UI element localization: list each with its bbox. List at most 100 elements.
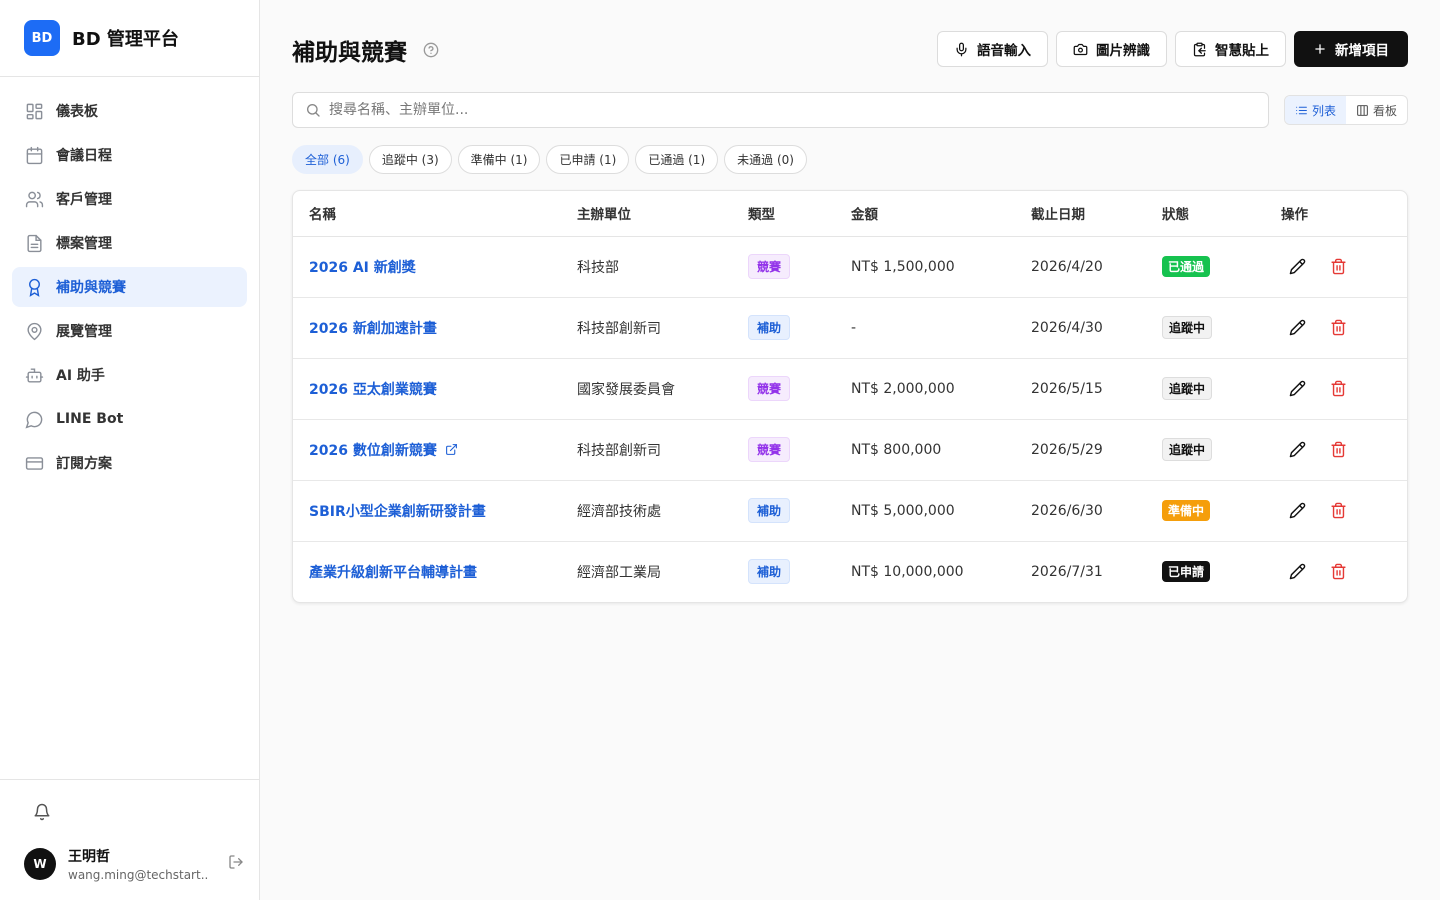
user-profile[interactable]: W 王明哲 wang.ming@techstart.... xyxy=(24,846,244,882)
brand[interactable]: BD BD 管理平台 xyxy=(0,0,259,77)
view-toggle: 列表 看板 xyxy=(1283,95,1408,125)
sidebar-nav: 儀表板會議日程客戶管理標案管理補助與競賽 展覽管理 AI 助手 LINE Bot 訂閱方… xyxy=(0,77,259,501)
filter-chip[interactable]: 已通過 (1) xyxy=(635,145,719,174)
sidebar-item-label: AI 助手 xyxy=(56,368,105,384)
edit-icon[interactable] xyxy=(1289,563,1306,580)
sidebar-item-5[interactable]: 展覽管理 xyxy=(12,311,247,351)
item-name: SBIR小型企業創新研發計畫 xyxy=(309,503,486,520)
list-view-button[interactable]: 列表 xyxy=(1284,96,1346,124)
edit-icon[interactable] xyxy=(1289,441,1306,458)
sidebar-item-7[interactable]: LINE Bot xyxy=(12,399,247,439)
sidebar-item-1[interactable]: 會議日程 xyxy=(12,135,247,175)
search-icon xyxy=(305,102,321,118)
add-item-button[interactable]: 新增項目 xyxy=(1294,31,1408,67)
item-name: 產業升級創新平台輔導計畫 xyxy=(309,564,477,581)
smart-paste-label: 智慧貼上 xyxy=(1215,43,1269,58)
edit-icon[interactable] xyxy=(1289,319,1306,336)
item-amount: NT$ 1,500,000 xyxy=(835,236,1015,298)
item-deadline: 2026/4/20 xyxy=(1015,236,1146,298)
sidebar-item-3[interactable]: 標案管理 xyxy=(12,223,247,263)
delete-icon[interactable] xyxy=(1330,319,1347,336)
type-badge: 補助 xyxy=(748,559,791,585)
filter-chip[interactable]: 已申請 (1) xyxy=(546,145,630,174)
sidebar-item-label: LINE Bot xyxy=(56,411,124,427)
item-amount: NT$ 800,000 xyxy=(835,419,1015,481)
external-link-icon[interactable] xyxy=(445,443,458,456)
status-badge: 追蹤中 xyxy=(1162,438,1213,461)
status-badge: 已申請 xyxy=(1162,561,1211,583)
edit-icon[interactable] xyxy=(1289,502,1306,519)
help-icon[interactable] xyxy=(423,42,439,58)
sidebar-item-label: 訂閱方案 xyxy=(56,456,112,472)
bell-icon[interactable] xyxy=(30,800,54,824)
sidebar-item-label: 標案管理 xyxy=(56,236,112,252)
image-recognition-button[interactable]: 圖片辨識 xyxy=(1056,31,1167,67)
sidebar-item-label: 客戶管理 xyxy=(56,192,112,208)
table-row: 2026 數位創新競賽 科技部創新司 競賽 NT$ 800,000 2026/5/29 追… xyxy=(293,419,1407,481)
item-name: 2026 新創加速計畫 xyxy=(309,320,437,337)
filter-chip[interactable]: 未通過 (0) xyxy=(724,145,807,174)
add-item-label: 新增項目 xyxy=(1335,43,1389,58)
column-header-amount[interactable]: 金額 xyxy=(835,191,1015,237)
item-name-link[interactable]: SBIR小型企業創新研發計畫 xyxy=(309,501,486,521)
sidebar-item-8[interactable]: 訂閱方案 xyxy=(12,443,247,483)
table-header-row: 名稱 主辦單位 類型 金額 截止日期 狀態 操作 xyxy=(293,191,1407,237)
filter-chip[interactable]: 準備中 (1) xyxy=(457,145,541,174)
list-icon xyxy=(1295,104,1308,117)
voice-input-button[interactable]: 語音輸入 xyxy=(937,31,1048,67)
dashboard-icon xyxy=(24,101,44,121)
column-header-name[interactable]: 名稱 xyxy=(293,191,561,237)
edit-icon[interactable] xyxy=(1289,380,1306,397)
camera-icon xyxy=(1073,42,1088,57)
user-name: 王明哲 xyxy=(68,849,110,865)
award-icon xyxy=(24,277,44,297)
column-header-status[interactable]: 狀態 xyxy=(1146,191,1265,237)
sidebar-item-6[interactable]: AI 助手 xyxy=(12,355,247,395)
search-box xyxy=(292,92,1269,128)
item-amount: NT$ 2,000,000 xyxy=(835,358,1015,420)
microphone-icon xyxy=(954,42,969,57)
delete-icon[interactable] xyxy=(1330,258,1347,275)
table-row: 2026 亞太創業競賽 國家發展委員會 競賽 NT$ 2,000,000 2026/5/… xyxy=(293,358,1407,420)
board-view-button[interactable]: 看板 xyxy=(1346,96,1407,124)
filter-chip[interactable]: 全部 (6) xyxy=(292,145,363,174)
item-deadline: 2026/7/31 xyxy=(1031,563,1103,580)
list-view-label: 列表 xyxy=(1311,103,1336,118)
item-name-link[interactable]: 2026 亞太創業競賽 xyxy=(309,379,437,399)
sidebar-item-2[interactable]: 客戶管理 xyxy=(12,179,247,219)
edit-icon[interactable] xyxy=(1289,258,1306,275)
map-pin-icon xyxy=(24,321,44,341)
chat-icon xyxy=(24,409,44,429)
item-name-link[interactable]: 2026 AI 新創獎 xyxy=(309,257,416,277)
item-org: 科技部創新司 xyxy=(561,297,732,359)
delete-icon[interactable] xyxy=(1330,380,1347,397)
image-recognition-label: 圖片辨識 xyxy=(1096,43,1150,58)
status-badge: 準備中 xyxy=(1162,500,1211,521)
column-header-deadline[interactable]: 截止日期 xyxy=(1015,191,1146,237)
sidebar-item-label: 會議日程 xyxy=(56,148,112,164)
sidebar-item-4[interactable]: 補助與競賽 xyxy=(12,267,247,307)
search-input[interactable] xyxy=(329,102,1256,118)
type-badge: 競賽 xyxy=(748,254,791,279)
delete-icon[interactable] xyxy=(1330,563,1347,580)
document-icon xyxy=(24,233,44,253)
table-row: 產業升級創新平台輔導計畫 經濟部工業局 補助 NT$ 10,000,000 2026/7… xyxy=(293,541,1407,602)
status-badge: 追蹤中 xyxy=(1162,377,1213,400)
column-header-org[interactable]: 主辦單位 xyxy=(561,191,732,237)
status-filters: 全部 (6) 追蹤中 (3) 準備中 (1) 已申請 (1) 已通過 (1) 未通過 (0… xyxy=(292,145,1408,174)
item-name-link[interactable]: 產業升級創新平台輔導計畫 xyxy=(309,562,477,582)
voice-input-label: 語音輸入 xyxy=(977,43,1031,58)
row-actions xyxy=(1281,380,1391,397)
logout-icon[interactable] xyxy=(228,854,244,874)
item-org: 經濟部技術處 xyxy=(561,480,732,542)
delete-icon[interactable] xyxy=(1330,502,1347,519)
filter-chip[interactable]: 追蹤中 (3) xyxy=(368,145,452,174)
smart-paste-button[interactable]: 智慧貼上 xyxy=(1175,31,1286,67)
item-org: 科技部 xyxy=(561,236,732,298)
item-name-link[interactable]: 2026 新創加速計畫 xyxy=(309,318,437,338)
delete-icon[interactable] xyxy=(1330,441,1347,458)
sidebar-item-0[interactable]: 儀表板 xyxy=(12,91,247,131)
credit-card-icon xyxy=(24,453,44,473)
item-name-link[interactable]: 2026 數位創新競賽 xyxy=(309,440,458,460)
column-header-type[interactable]: 類型 xyxy=(732,191,835,237)
